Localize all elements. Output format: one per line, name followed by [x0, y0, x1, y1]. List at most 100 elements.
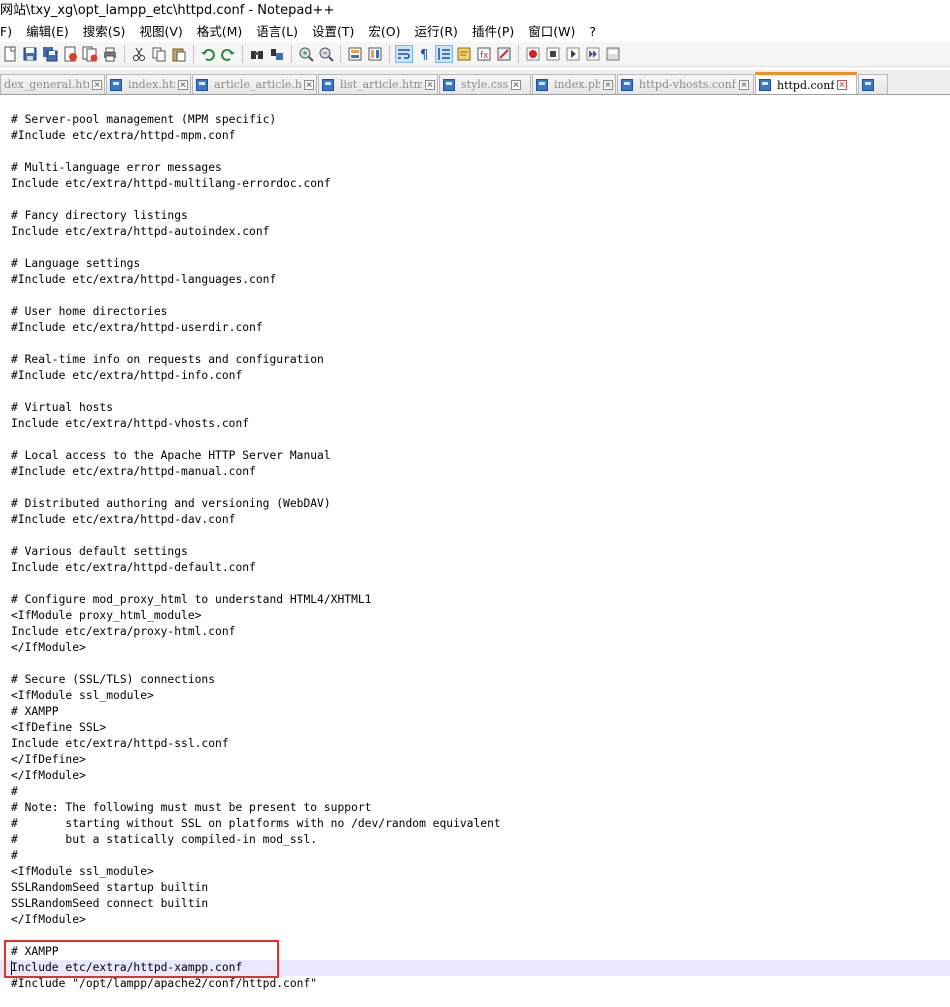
print-icon[interactable] — [101, 45, 119, 63]
toolbar-separator — [124, 45, 125, 63]
toolbar-separator — [193, 45, 194, 63]
toolbar-separator — [518, 45, 519, 63]
file-saved-icon — [110, 78, 122, 91]
close-icon[interactable] — [304, 79, 314, 90]
code-line: <IfDefine SSL> — [11, 721, 107, 734]
code-line: # Secure (SSL/TLS) connections — [11, 673, 216, 686]
code-line: #Include etc/extra/httpd-mpm.conf — [11, 129, 236, 142]
play-macro-icon[interactable] — [564, 45, 582, 63]
editor-tab[interactable]: list_article.htm — [318, 74, 438, 94]
code-line: # User home directories — [11, 305, 168, 318]
code-line: SSLRandomSeed connect builtin — [11, 897, 209, 910]
menu-item[interactable]: 编辑(E) — [19, 22, 76, 42]
redo-icon[interactable] — [219, 45, 237, 63]
copy-icon[interactable] — [150, 45, 168, 63]
record-macro-icon[interactable] — [524, 45, 542, 63]
code-line: # starting without SSL on platforms with… — [11, 817, 501, 830]
editor-tab[interactable]: httpd-vhosts.conf — [617, 74, 754, 94]
code-line: <IfModule proxy_html_module> — [11, 609, 202, 622]
close-icon[interactable] — [837, 80, 848, 90]
close-all-icon[interactable] — [81, 45, 99, 63]
close-file-icon[interactable] — [61, 45, 79, 63]
menu-item[interactable]: 插件(P) — [465, 22, 521, 42]
code-line: #Include etc/extra/httpd-info.conf — [11, 369, 243, 382]
code-line: </IfDefine> — [11, 753, 86, 766]
stop-recording-icon[interactable] — [544, 45, 562, 63]
editor-tab[interactable] — [858, 74, 888, 94]
replace-icon[interactable] — [268, 45, 286, 63]
toolbar: ¶ fx — [0, 42, 950, 67]
code-line: #Include "/opt/lampp/apache2/conf/httpd.… — [11, 977, 318, 990]
indent-guide-icon[interactable] — [435, 45, 453, 63]
code-line: # Configure mod_proxy_html to understand… — [11, 593, 372, 606]
editor-tab[interactable]: dex_general.htm — [0, 74, 105, 94]
code-line: #Include etc/extra/httpd-manual.conf — [11, 465, 256, 478]
code-line: # Multi-language error messages — [11, 161, 222, 174]
editor-tab[interactable]: httpd.conf — [755, 72, 857, 94]
file-saved-icon — [621, 78, 633, 91]
code-line: Include etc/extra/httpd-multilang-errord… — [11, 177, 331, 190]
code-line: # Local access to the Apache HTTP Server… — [11, 449, 331, 462]
code-line: Include etc/extra/httpd-ssl.conf — [11, 737, 229, 750]
save-icon[interactable] — [21, 45, 39, 63]
toolbar-separator — [389, 45, 390, 63]
code-line: #Include etc/extra/httpd-userdir.conf — [11, 321, 263, 334]
find-icon[interactable] — [248, 45, 266, 63]
file-saved-icon — [196, 78, 208, 91]
cut-icon[interactable] — [130, 45, 148, 63]
code-line: # Language settings — [11, 257, 141, 270]
folder-as-workspace-icon[interactable] — [495, 45, 513, 63]
word-wrap-icon[interactable] — [395, 45, 413, 63]
menu-item[interactable]: 窗口(W) — [521, 22, 582, 42]
menu-item[interactable]: 格式(M) — [190, 22, 250, 42]
undo-icon[interactable] — [199, 45, 217, 63]
editor-tab[interactable]: article_article.htm — [192, 74, 317, 94]
editor-tab[interactable]: index.htm — [106, 74, 191, 94]
new-file-icon[interactable] — [1, 45, 19, 63]
menu-item[interactable]: 宏(O) — [361, 22, 407, 42]
function-list-icon[interactable]: fx — [475, 45, 493, 63]
window-title: 网站\txy_xg\opt_lampp_etc\httpd.conf - Not… — [0, 0, 950, 22]
editor-tab[interactable]: style.css — [439, 74, 531, 94]
save-all-icon[interactable] — [41, 45, 59, 63]
close-icon[interactable] — [511, 79, 522, 90]
menu-item[interactable]: 设置(T) — [305, 22, 361, 42]
zoom-in-icon[interactable] — [297, 45, 315, 63]
code-line: # Various default settings — [11, 545, 188, 558]
code-line: #Include etc/extra/httpd-dav.conf — [11, 513, 236, 526]
tab-label: httpd.conf — [777, 78, 835, 92]
tab-label: index.htm — [128, 78, 175, 91]
close-icon[interactable] — [92, 79, 102, 90]
close-icon[interactable] — [603, 79, 613, 90]
menu-item[interactable]: 搜索(S) — [76, 22, 133, 42]
save-macro-icon[interactable] — [604, 45, 622, 63]
editor-tab[interactable]: index.php — [532, 74, 616, 94]
menu-item[interactable]: F) — [0, 22, 19, 42]
show-all-characters-icon[interactable]: ¶ — [415, 45, 433, 63]
code-line: # XAMPP — [11, 945, 59, 958]
menu-bar: F) 编辑(E) 搜索(S) 视图(V) 格式(M) 语言(L) 设置(T) 宏(O) 运行(R… — [0, 22, 950, 42]
close-icon[interactable] — [738, 79, 749, 90]
paste-icon[interactable] — [170, 45, 188, 63]
code-line: SSLRandomSeed startup builtin — [11, 881, 209, 894]
code-line: Include etc/extra/httpd-xampp.conf — [11, 961, 243, 974]
code-line: # Virtual hosts — [11, 401, 114, 414]
code-line: # Distributed authoring and versioning (… — [11, 497, 331, 510]
menu-item[interactable]: ? — [582, 22, 603, 42]
sync-horizontal-icon[interactable] — [366, 45, 384, 63]
close-icon[interactable] — [425, 79, 435, 90]
document-map-icon[interactable] — [455, 45, 473, 63]
code-editor[interactable]: # Server-pool management (MPM specific) #… — [0, 95, 950, 1007]
svg-text:fx: fx — [480, 51, 489, 61]
code-line: </IfModule> — [11, 769, 86, 782]
sync-vertical-icon[interactable] — [346, 45, 364, 63]
zoom-out-icon[interactable] — [317, 45, 335, 63]
code-line: # Real-time info on requests and configu… — [11, 353, 324, 366]
menu-item[interactable]: 语言(L) — [249, 22, 305, 42]
tab-label: httpd-vhosts.conf — [639, 78, 736, 91]
code-line: </IfModule> — [11, 641, 86, 654]
run-macro-multiple-icon[interactable] — [584, 45, 602, 63]
menu-item[interactable]: 视图(V) — [132, 22, 189, 42]
menu-item[interactable]: 运行(R) — [408, 22, 465, 42]
close-icon[interactable] — [178, 79, 188, 90]
